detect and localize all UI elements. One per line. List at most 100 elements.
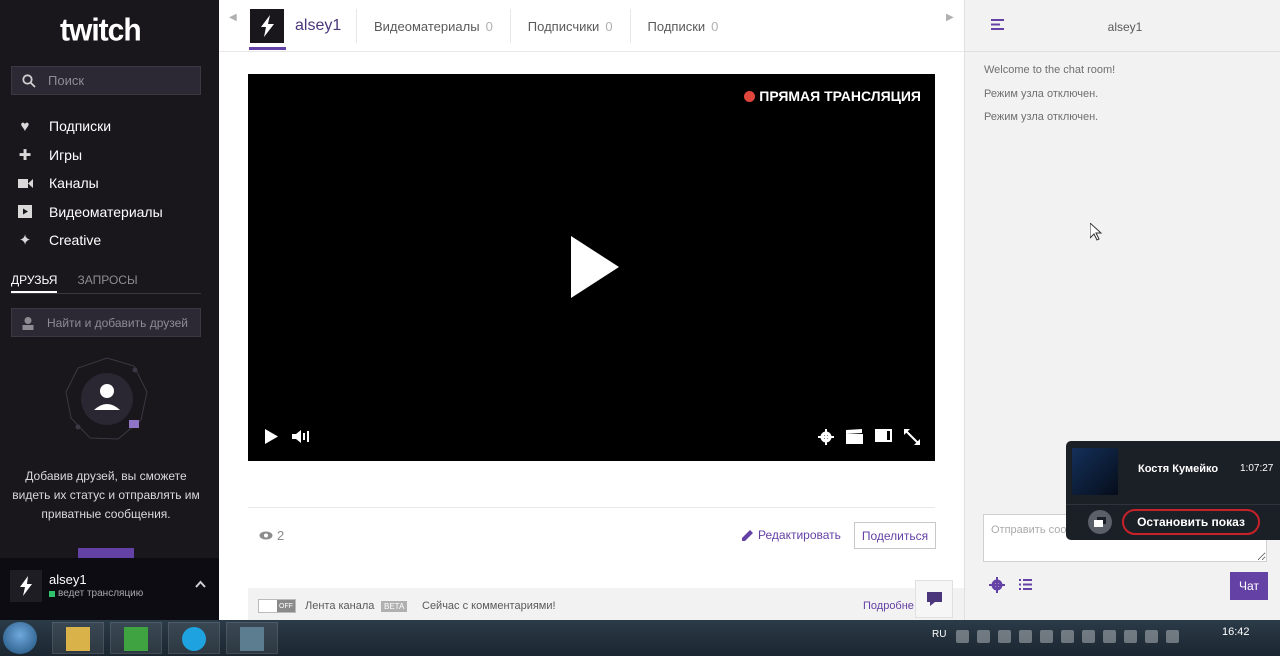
channel-name[interactable]: alsey1 <box>295 17 341 35</box>
eye-icon <box>259 531 273 540</box>
tab-count: 0 <box>485 18 493 34</box>
edit-label: Редактировать <box>758 528 841 542</box>
tray-icon[interactable] <box>956 630 969 643</box>
bolt-icon <box>261 15 274 37</box>
stop-sharing-button[interactable]: Остановить показ <box>1122 509 1260 535</box>
app-icon <box>124 627 148 651</box>
tab-requests[interactable]: ЗАПРОСЫ <box>77 268 137 293</box>
tab-following[interactable]: Подписки 0 <box>629 9 736 43</box>
window-icon <box>240 627 264 651</box>
search-box[interactable] <box>11 66 201 95</box>
live-dot-icon <box>744 90 756 102</box>
tray-icon[interactable] <box>1103 630 1116 643</box>
user-status: ведет трансляцию <box>49 588 143 599</box>
volume-icon[interactable] <box>292 429 310 444</box>
toggle-state: OFF <box>277 600 295 612</box>
status-dot-icon <box>49 590 55 597</box>
skype-icon <box>182 627 206 651</box>
clock[interactable]: 16:42 <box>1222 626 1250 638</box>
heart-icon: ♥ <box>20 117 30 135</box>
tray-icon[interactable] <box>1124 630 1137 643</box>
tray-icon[interactable] <box>1166 630 1179 643</box>
taskbar: RU 16:42 <box>0 620 1280 656</box>
friend-search-box[interactable] <box>11 308 201 337</box>
friend-search-input[interactable] <box>47 315 197 330</box>
gear-icon[interactable] <box>989 577 1005 593</box>
sidebar-item-channels[interactable]: Каналы <box>16 169 163 198</box>
sidebar-item-label: Каналы <box>49 175 99 192</box>
tab-label: Видеоматериалы <box>374 18 480 34</box>
theater-mode-icon[interactable] <box>875 429 892 442</box>
sidebar-item-creative[interactable]: ✦ Creative <box>16 226 163 255</box>
tray-icon[interactable] <box>998 630 1011 643</box>
beta-badge: BETA <box>381 601 408 612</box>
play-icon[interactable] <box>571 236 619 298</box>
taskbar-app-window[interactable] <box>226 622 278 654</box>
video-player[interactable]: ПРЯМАЯ ТРАНСЛЯЦИЯ <box>248 74 935 461</box>
screen-icon[interactable] <box>1088 510 1112 534</box>
sidebar-item-label: Игры <box>49 146 83 163</box>
tab-videos[interactable]: Видеоматериалы 0 <box>356 9 510 43</box>
user-bar[interactable]: alsey1 ведет трансляцию <box>0 558 219 620</box>
scroll-left-icon[interactable]: ◀ <box>229 12 237 23</box>
channel-avatar[interactable] <box>250 9 284 43</box>
app-window: { "sidebar": { "logo": "twitch", "search… <box>0 0 1280 656</box>
search-input[interactable] <box>48 73 188 88</box>
tab-followers[interactable]: Подписчики 0 <box>509 9 630 43</box>
tray-icon[interactable] <box>1082 630 1095 643</box>
tray-icon[interactable] <box>977 630 990 643</box>
sidebar-item-following[interactable]: ♥ Подписки <box>16 112 163 141</box>
chevron-up-icon[interactable] <box>195 580 206 588</box>
system-tray <box>956 630 1179 643</box>
channel-header: ◀ alsey1 Видеоматериалы 0 Подписчики 0 П… <box>219 0 964 52</box>
friends-empty-message: Добавив друзей, вы сможете видеть их ста… <box>12 469 200 521</box>
sidebar-item-label: Creative <box>49 232 102 249</box>
caller-thumbnail <box>1072 448 1118 495</box>
taskbar-app-skype[interactable] <box>168 622 220 654</box>
start-button[interactable] <box>3 622 37 654</box>
folder-icon <box>66 627 90 651</box>
player-controls-right <box>818 429 920 445</box>
sidebar-item-games[interactable]: ✚ Игры <box>16 141 163 170</box>
fullscreen-icon[interactable] <box>904 429 920 445</box>
friends-tabs: ДРУЗЬЯ ЗАПРОСЫ <box>11 268 201 294</box>
chat-send-button[interactable]: Чат <box>1230 572 1268 600</box>
chat-messages: Welcome to the chat room! Режим узла отк… <box>984 64 1115 135</box>
sidebar-item-videos[interactable]: Видеоматериалы <box>16 198 163 227</box>
sparkle-icon: ✦ <box>18 232 32 250</box>
chat-toggle-button[interactable] <box>915 580 953 618</box>
tray-icon[interactable] <box>1019 630 1032 643</box>
scroll-right-icon[interactable]: ▶ <box>946 12 954 23</box>
channel-tabs: Видеоматериалы 0 Подписчики 0 Подписки 0 <box>356 9 735 43</box>
feed-toggle[interactable]: OFF <box>258 599 296 613</box>
list-icon[interactable] <box>1019 579 1032 590</box>
avatar[interactable] <box>10 570 42 602</box>
feed-subtitle: Сейчас с комментариями! <box>422 600 556 612</box>
taskbar-app-green[interactable] <box>110 622 162 654</box>
clip-icon[interactable] <box>846 429 863 444</box>
gear-icon[interactable] <box>818 429 834 445</box>
chat-header: alsey1 <box>965 0 1280 52</box>
tab-label: Подписки <box>647 18 706 34</box>
find-friends-button[interactable] <box>78 548 134 558</box>
tab-friends[interactable]: ДРУЗЬЯ <box>11 268 58 293</box>
keyboard-language[interactable]: RU <box>932 629 946 640</box>
tray-icon[interactable] <box>1145 630 1158 643</box>
video-icon <box>16 205 34 219</box>
twitch-logo[interactable]: twitch <box>60 13 142 49</box>
share-button[interactable]: Поделиться <box>854 522 936 549</box>
edit-button[interactable]: Редактировать <box>742 528 841 542</box>
sidebar-nav: ♥ Подписки ✚ Игры Каналы Видеоматериалы … <box>16 112 163 255</box>
taskbar-app-explorer[interactable] <box>52 622 104 654</box>
sidebar-item-label: Подписки <box>49 118 112 135</box>
tray-icon[interactable] <box>1040 630 1053 643</box>
camera-icon <box>16 178 34 189</box>
chat-message: Режим узла отключен. <box>984 111 1099 123</box>
play-button[interactable] <box>265 429 278 444</box>
tab-label: Подписчики <box>527 18 600 34</box>
feed-more-link[interactable]: Подробне <box>863 600 914 612</box>
user-status-text: ведет трансляцию <box>58 588 144 599</box>
screen-share-overlay: Костя Кумейко 1:07:27 Остановить показ <box>1066 441 1280 540</box>
tray-icon[interactable] <box>1061 630 1074 643</box>
main-content: ◀ alsey1 Видеоматериалы 0 Подписчики 0 П… <box>219 0 964 620</box>
